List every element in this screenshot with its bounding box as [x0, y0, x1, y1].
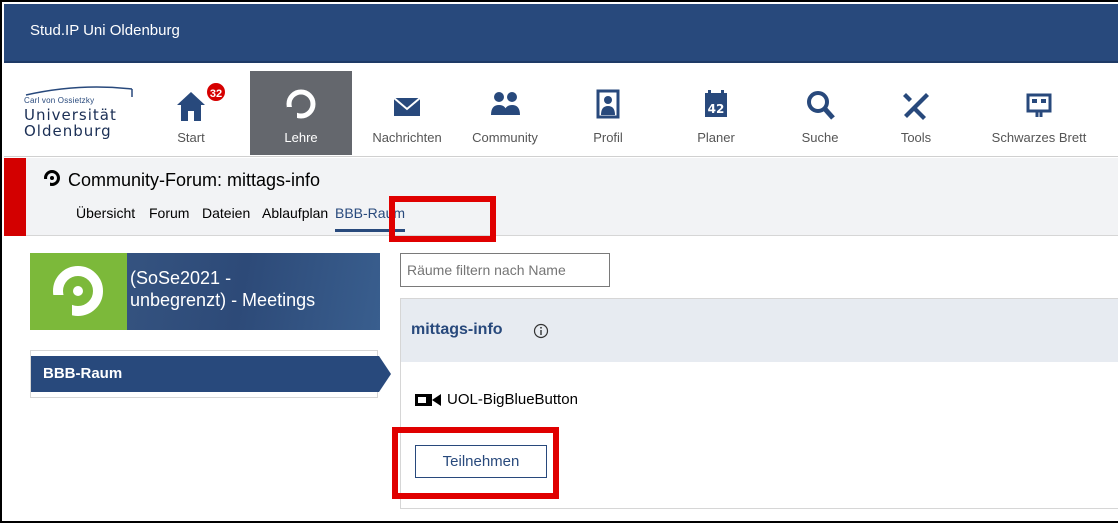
logo-line-3: Oldenburg [24, 122, 112, 140]
highlight-box-join [392, 427, 559, 499]
logo-line-2: Universität [24, 106, 117, 124]
studip-banner-icon [50, 266, 103, 325]
nav-schwarzes-brett-label: Schwarzes Brett [991, 130, 1087, 145]
calendar-icon: 42 [705, 90, 727, 117]
banner-line-2: unbegrenzt) - Meetings [130, 290, 316, 310]
community-icon [491, 92, 520, 115]
banner-line-1: (SoSe2021 - [130, 268, 232, 288]
main-navigation: Carl von Ossietzky Universität Oldenburg… [4, 65, 1118, 157]
context-header: Community-Forum: mittags-info Übersicht … [4, 158, 1118, 236]
banner-logo-area [30, 253, 127, 330]
info-icon[interactable] [533, 323, 549, 339]
nav-profil[interactable]: Profil [580, 71, 636, 155]
room-filter-input[interactable] [400, 253, 610, 287]
nav-nachrichten-label: Nachrichten [372, 130, 442, 145]
room-group-title: mittags-info [411, 321, 503, 338]
calendar-day-number: 42 [708, 102, 725, 116]
highlight-box-tab [389, 196, 496, 242]
course-title: Community-Forum: mittags-info [68, 170, 321, 190]
tools-icon [903, 93, 929, 120]
nav-lehre-label: Lehre [284, 130, 318, 145]
tab-ablaufplan[interactable]: Ablaufplan [262, 205, 328, 221]
nav-start-label: Start [177, 130, 205, 145]
sidebar-navigation: BBB-Raum [30, 350, 391, 398]
studip-course-icon [44, 170, 60, 187]
context-color-bar [4, 158, 26, 236]
board-icon [1026, 93, 1052, 117]
mail-icon [393, 97, 421, 116]
search-icon [807, 91, 835, 120]
nav-tools[interactable]: Tools [884, 71, 948, 155]
sidebar-item-bbb-raum[interactable]: BBB-Raum [31, 356, 391, 392]
nav-schwarzes-brett[interactable]: Schwarzes Brett [984, 71, 1094, 155]
nav-suche-label: Suche [801, 130, 839, 145]
nav-community[interactable]: Community [462, 71, 548, 155]
nav-nachrichten[interactable]: Nachrichten [364, 71, 450, 155]
profile-icon [596, 89, 620, 119]
nav-planer[interactable]: 42 Planer [684, 71, 748, 155]
sidebar-banner: (SoSe2021 - unbegrenzt) - Meetings [30, 253, 380, 330]
video-camera-icon [415, 394, 441, 406]
banner-text: (SoSe2021 - unbegrenzt) - Meetings [130, 267, 315, 311]
nav-lehre[interactable]: Lehre [250, 71, 352, 155]
nav-profil-label: Profil [593, 130, 623, 145]
app-title[interactable]: Stud.IP Uni Oldenburg [30, 22, 180, 39]
room-panel-header: mittags-info [401, 299, 1118, 362]
tab-uebersicht[interactable]: Übersicht [76, 205, 135, 221]
tab-forum[interactable]: Forum [149, 205, 189, 221]
window-frame: Stud.IP Uni Oldenburg Carl von Ossietzky… [0, 0, 1118, 523]
logo-line-1: Carl von Ossietzky [24, 96, 95, 105]
notification-badge: 32 [205, 81, 227, 103]
nav-community-label: Community [472, 130, 538, 145]
tab-dateien[interactable]: Dateien [202, 205, 250, 221]
room-name: UOL-BigBlueButton [447, 391, 578, 408]
nav-tools-label: Tools [900, 130, 932, 145]
nav-planer-label: Planer [697, 130, 735, 145]
nav-suche[interactable]: Suche [788, 71, 852, 155]
studip-logo-icon [286, 89, 316, 121]
nav-start[interactable]: 32 Start [162, 71, 227, 155]
university-logo[interactable]: Carl von Ossietzky Universität Oldenburg [24, 85, 144, 145]
top-bar: Stud.IP Uni Oldenburg [4, 4, 1118, 63]
